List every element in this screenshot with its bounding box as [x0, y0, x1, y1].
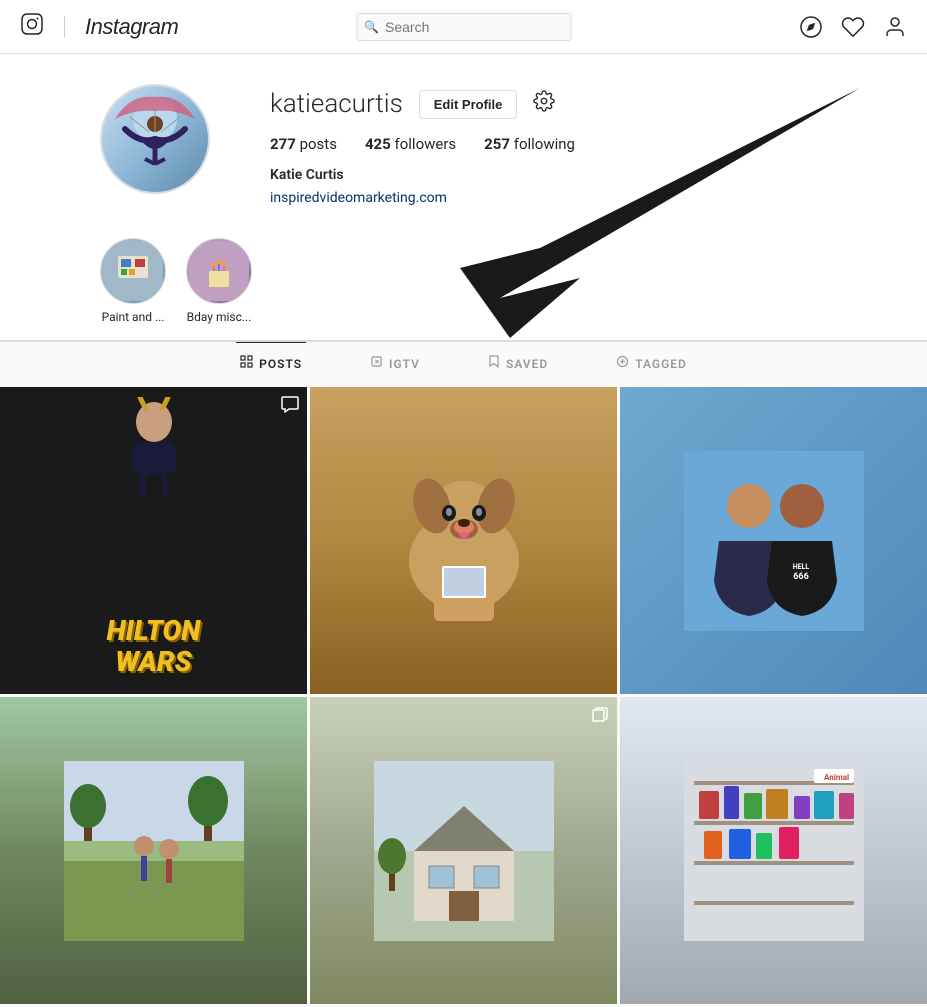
profile-stats: 277 posts 425 followers 257 following: [270, 135, 907, 153]
story-label-1: Paint and ...: [102, 310, 165, 324]
followers-count: 425: [365, 135, 391, 153]
tab-saved-label: SAVED: [506, 357, 548, 371]
following-label: following: [514, 135, 575, 153]
photo-cell[interactable]: [0, 697, 307, 1004]
posts-label: posts: [300, 135, 337, 153]
following-count: 257: [484, 135, 510, 153]
bookmark-icon: [488, 355, 500, 372]
photo-cell[interactable]: HELL 666: [620, 387, 927, 694]
photo-outdoor: [0, 697, 307, 1004]
logo: Instagram: [20, 12, 178, 42]
following-stat[interactable]: 257 following: [484, 135, 575, 153]
compass-button[interactable]: [799, 15, 823, 39]
followers-label: followers: [395, 135, 457, 153]
tab-posts-label: POSTS: [259, 357, 302, 371]
search-icon: 🔍: [364, 20, 379, 34]
search-input[interactable]: [356, 13, 571, 41]
svg-text:666: 666: [793, 572, 809, 582]
tab-tagged[interactable]: TAGGED: [612, 342, 691, 384]
tabs-nav: POSTS IGTV SAVED: [0, 341, 927, 384]
photo-cell[interactable]: HILTONWARS: [0, 387, 307, 694]
posts-count: 277: [270, 135, 296, 153]
grid-icon: [240, 355, 253, 372]
photo-grid: HILTONWARS: [0, 384, 927, 1007]
profile-website[interactable]: inspiredvideomarketing.com: [270, 190, 447, 206]
tab-igtv[interactable]: IGTV: [366, 342, 424, 384]
instagram-camera-icon: [20, 12, 44, 42]
photo-cell[interactable]: Animal: [620, 697, 927, 1004]
photo-dog: [310, 387, 617, 694]
username-row: katieacurtis Edit Profile: [270, 89, 907, 119]
header: Instagram 🔍: [0, 0, 927, 54]
svg-text:Animal: Animal: [824, 773, 849, 782]
stories-section: Paint and ... Bday misc...: [0, 226, 927, 341]
story-thumbnail: [100, 238, 166, 304]
header-divider: [64, 16, 65, 38]
photo-people: HELL 666: [620, 387, 927, 694]
photo-hilton-wars: HILTONWARS: [0, 387, 307, 694]
avatar: [100, 84, 210, 194]
photo-cell[interactable]: [310, 697, 617, 1004]
tab-tagged-label: TAGGED: [635, 357, 687, 371]
heart-button[interactable]: [841, 15, 865, 39]
followers-stat[interactable]: 425 followers: [365, 135, 456, 153]
story-label-2: Bday misc...: [187, 310, 252, 324]
username: katieacurtis: [270, 89, 403, 119]
multi-photo-icon: [281, 395, 299, 418]
multiple-photos-icon: [591, 705, 609, 727]
search-bar[interactable]: 🔍: [356, 13, 571, 41]
tag-icon: [616, 355, 629, 372]
instagram-wordmark: Instagram: [85, 14, 178, 40]
story-thumbnail: [186, 238, 252, 304]
profile-button[interactable]: [883, 15, 907, 39]
hilton-wars-text: HILTONWARS: [107, 616, 201, 678]
photo-cell[interactable]: [310, 387, 617, 694]
profile-section: katieacurtis Edit Profile 277 posts 425 …: [0, 54, 927, 226]
tab-igtv-label: IGTV: [389, 357, 420, 371]
posts-stat: 277 posts: [270, 135, 337, 153]
header-icons: [799, 15, 907, 39]
tab-posts[interactable]: POSTS: [236, 342, 306, 384]
svg-text:HELL: HELL: [792, 563, 809, 571]
story-item[interactable]: Paint and ...: [100, 238, 166, 324]
settings-icon[interactable]: [533, 90, 555, 118]
avatar-wrap: [100, 84, 210, 194]
photo-house: [310, 697, 617, 1004]
photo-store: Animal: [620, 697, 927, 1004]
profile-info: katieacurtis Edit Profile 277 posts 425 …: [270, 84, 907, 206]
loki-figure: [114, 397, 194, 520]
display-name: Katie Curtis: [270, 167, 907, 183]
igtv-icon: [370, 355, 383, 372]
edit-profile-button[interactable]: Edit Profile: [419, 90, 518, 119]
story-item[interactable]: Bday misc...: [186, 238, 252, 324]
tab-saved[interactable]: SAVED: [484, 342, 552, 384]
